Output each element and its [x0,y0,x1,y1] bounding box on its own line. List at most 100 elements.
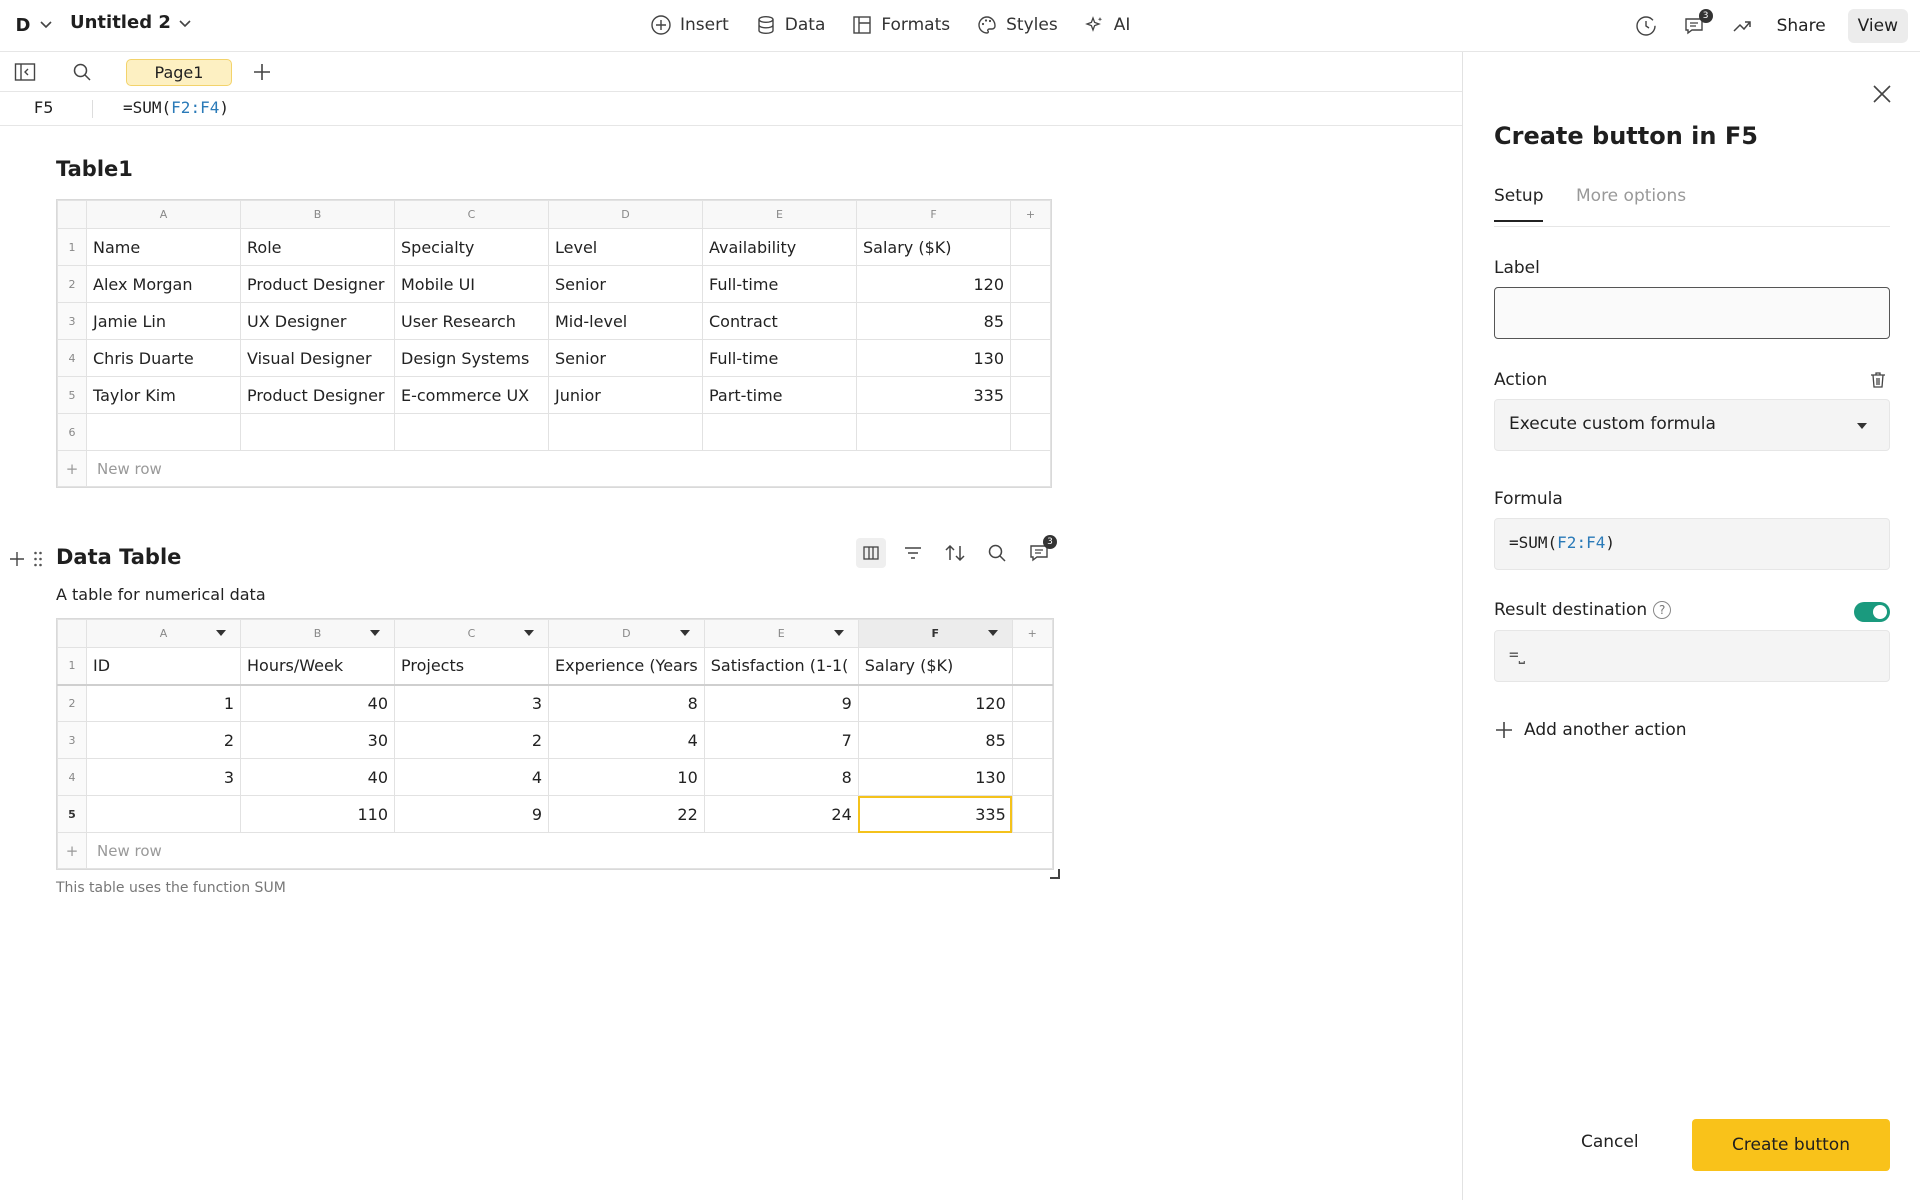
data-table-col-d[interactable]: D [548,619,705,648]
table1-col-b[interactable]: B [240,200,395,229]
sidebar-toggle-button[interactable] [13,60,37,84]
row-number[interactable]: 4 [57,758,87,796]
resize-handle-icon[interactable] [1050,869,1060,879]
table-cell[interactable]: Specialty [394,228,549,266]
new-row-label[interactable]: New row [86,832,1053,869]
table-cell-selected-range[interactable]: 130 [857,758,1013,796]
column-header[interactable]: Salary ($K) [857,647,1013,685]
table-cell[interactable]: Senior [548,265,703,303]
label-input[interactable] [1494,287,1890,339]
table-cell[interactable]: 335 [856,376,1011,414]
chevron-down-icon[interactable] [38,14,54,34]
row-number[interactable]: 1 [57,647,87,685]
cancel-button[interactable]: Cancel [1581,1132,1639,1152]
column-menu-icon[interactable] [833,630,844,636]
table-cell[interactable]: 130 [856,339,1011,377]
data-table-col-c[interactable]: C [394,619,549,648]
row-number[interactable]: 1 [57,228,87,266]
table-cell[interactable]: User Research [394,302,549,340]
nav-data[interactable]: Data [755,12,825,38]
row-number[interactable]: 6 [57,413,87,451]
sort-button[interactable] [940,538,970,568]
table-cell[interactable] [86,795,241,833]
result-destination-toggle[interactable] [1854,602,1890,622]
row-number[interactable]: 5 [57,795,87,833]
row-number[interactable]: 2 [57,265,87,303]
table-cell[interactable]: 1 [86,684,241,722]
data-table-title[interactable]: Data Table [56,545,181,569]
column-header[interactable]: Hours/Week [240,647,395,685]
tab-page1[interactable]: Page1 [126,59,232,86]
result-destination-input[interactable]: =⎵ [1494,630,1890,682]
table-cell[interactable] [548,413,703,451]
table-cell[interactable]: 85 [856,302,1011,340]
table-cell[interactable]: 7 [703,721,859,759]
table-cell[interactable]: 30 [240,721,395,759]
column-header[interactable]: Projects [394,647,549,685]
nav-styles[interactable]: Styles [976,12,1058,38]
table-cell[interactable]: Name [86,228,241,266]
column-menu-icon[interactable] [524,630,534,636]
new-row-plus-icon[interactable]: + [57,832,87,869]
table-cell[interactable]: 10 [548,758,705,796]
table-cell[interactable]: Role [240,228,395,266]
new-row-plus-icon[interactable]: + [57,450,87,487]
table-cell[interactable]: Availability [702,228,857,266]
add-block-icon[interactable] [9,551,25,567]
comments-button[interactable]: 3 [1681,9,1713,39]
workspace-badge[interactable]: D [12,12,34,38]
table-cell[interactable]: Level [548,228,703,266]
filter-button[interactable] [898,538,928,568]
table-cell[interactable]: Part-time [702,376,857,414]
data-table-col-f[interactable]: F [857,619,1013,648]
table-comments-button[interactable]: 3 [1024,535,1057,568]
add-page-button[interactable] [250,60,274,84]
table-cell[interactable]: 3 [394,684,549,722]
data-table-col-b[interactable]: B [240,619,395,648]
table-cell[interactable]: Alex Morgan [86,265,241,303]
trash-icon[interactable] [1868,370,1888,390]
table1-col-f[interactable]: F [856,200,1011,229]
cell-reference[interactable]: F5 [34,98,53,117]
table1-title[interactable]: Table1 [56,157,133,181]
table-cell[interactable] [394,413,549,451]
tab-more-options[interactable]: More options [1576,186,1686,206]
row-number[interactable]: 5 [57,376,87,414]
table-cell[interactable]: 8 [548,684,705,722]
table-cell[interactable] [856,413,1011,451]
table-cell[interactable]: 4 [548,721,705,759]
table-cell[interactable] [702,413,857,451]
table-cell-selected-range[interactable]: 85 [857,721,1013,759]
table-cell[interactable]: 2 [86,721,241,759]
help-icon[interactable]: ? [1653,601,1672,619]
table-cell[interactable] [86,413,241,451]
table-cell[interactable]: 3 [86,758,241,796]
table-cell[interactable]: Full-time [702,339,857,377]
column-menu-icon[interactable] [370,630,380,636]
table-cell[interactable]: 40 [240,684,395,722]
tab-setup[interactable]: Setup [1494,186,1544,222]
view-button[interactable]: View [1847,9,1908,43]
history-button[interactable] [1633,13,1659,39]
table-cell[interactable]: UX Designer [240,302,395,340]
active-cell-f5[interactable]: 335 [857,795,1013,833]
row-number[interactable]: 3 [57,721,87,759]
table1-col-d[interactable]: D [548,200,703,229]
table-cell[interactable]: Contract [702,302,857,340]
table-cell[interactable]: 22 [548,795,705,833]
table-cell[interactable]: Salary ($K) [856,228,1011,266]
search-button[interactable] [70,60,94,84]
table-cell[interactable]: Taylor Kim [86,376,241,414]
table-cell[interactable]: Product Designer [240,265,395,303]
drag-handle-icon[interactable] [33,550,43,568]
table-cell[interactable]: 110 [240,795,395,833]
table-cell[interactable]: 9 [703,684,859,722]
table1-col-e[interactable]: E [702,200,857,229]
nav-formats[interactable]: Formats [851,12,950,38]
column-menu-icon[interactable] [679,630,690,636]
action-select[interactable]: Execute custom formula [1494,399,1890,451]
add-another-action-button[interactable]: Add another action [1494,720,1687,740]
new-row-label[interactable]: New row [86,450,1051,487]
table-cell[interactable]: Visual Designer [240,339,395,377]
table-cell[interactable] [240,413,395,451]
